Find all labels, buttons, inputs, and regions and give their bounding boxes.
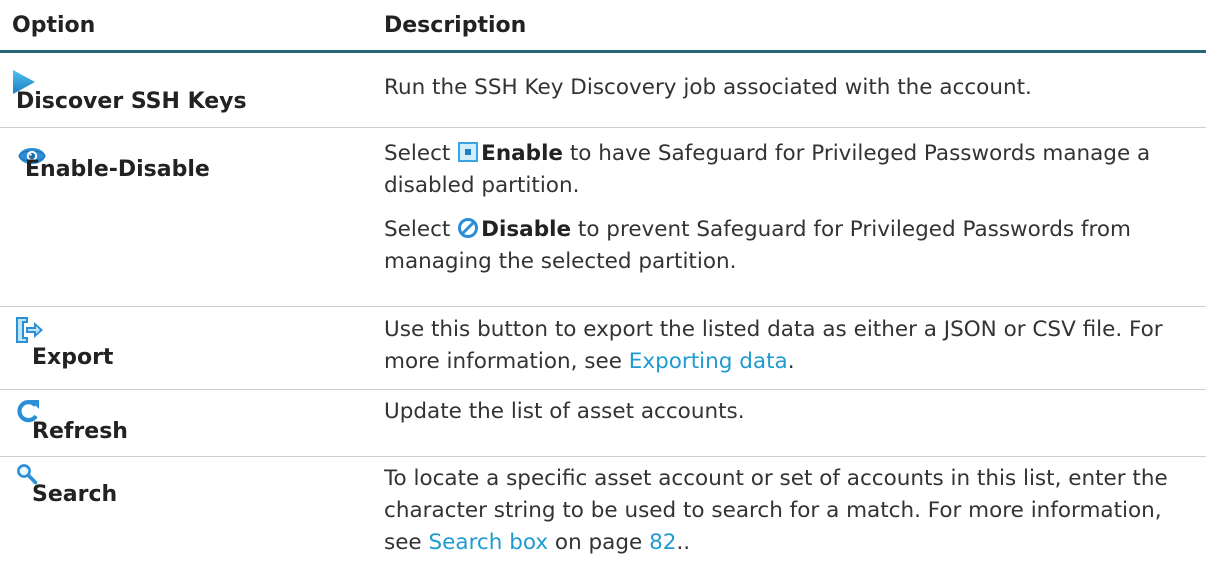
- description-text: To locate a specific asset account or se…: [384, 463, 1194, 559]
- option-label: Refresh: [32, 419, 128, 444]
- description-text: Run the SSH Key Discovery job associated…: [384, 75, 1032, 100]
- description-cell: Run the SSH Key Discovery job associated…: [384, 72, 1194, 104]
- disable-description: Select Disable to prevent Safeguard for …: [384, 214, 1194, 278]
- option-export: Export: [12, 307, 372, 389]
- description-cell: Select Enable to have Safeguard for Priv…: [384, 138, 1194, 278]
- exporting-data-link[interactable]: Exporting data: [629, 349, 788, 374]
- search-desc-mid: on page: [554, 530, 643, 555]
- search-box-link[interactable]: Search box: [429, 530, 549, 555]
- description-cell: To locate a specific asset account or se…: [384, 463, 1194, 559]
- option-label: Search: [32, 482, 118, 507]
- table-row: Search To locate a specific asset accoun…: [0, 457, 1206, 565]
- options-table: Option Description Discover SSH Keys Run…: [0, 0, 1206, 565]
- table-row: Discover SSH Keys Run the SSH Key Discov…: [0, 53, 1206, 128]
- option-refresh: Refresh: [12, 390, 372, 456]
- description-cell: Update the list of asset accounts.: [384, 396, 1194, 428]
- option-enable-disable: Enable-Disable: [12, 128, 372, 306]
- table-row: Export Use this button to export the lis…: [0, 307, 1206, 390]
- export-arrow-icon: [16, 317, 43, 343]
- description-text: Update the list of asset accounts.: [384, 399, 745, 424]
- checkbox-square-icon: [458, 142, 479, 162]
- table-row: Enable-Disable Select Enable to have Saf…: [0, 128, 1206, 307]
- header-description: Description: [384, 13, 527, 38]
- page-82-link[interactable]: 82: [649, 530, 676, 555]
- table-row: Refresh Update the list of asset account…: [0, 390, 1206, 457]
- enable-pre-text: Select: [384, 141, 451, 166]
- description-cell: Use this button to export the listed dat…: [384, 314, 1194, 378]
- search-desc-post: ..: [676, 530, 691, 555]
- option-label: Discover SSH Keys: [16, 89, 247, 114]
- option-discover-ssh-keys: Discover SSH Keys: [12, 53, 372, 127]
- option-search: Search: [12, 457, 372, 565]
- prohibited-circle-icon: [458, 218, 479, 238]
- option-label: Enable-Disable: [25, 157, 210, 182]
- enable-description: Select Enable to have Safeguard for Priv…: [384, 138, 1194, 202]
- header-option: Option: [12, 13, 96, 38]
- enable-bold-text: Enable: [481, 141, 564, 166]
- option-label: Export: [32, 345, 114, 370]
- disable-pre-text: Select: [384, 217, 451, 242]
- description-text: Use this button to export the listed dat…: [384, 314, 1194, 378]
- table-header: Option Description: [0, 0, 1206, 53]
- export-desc-post: .: [787, 349, 795, 374]
- disable-bold-text: Disable: [481, 217, 572, 242]
